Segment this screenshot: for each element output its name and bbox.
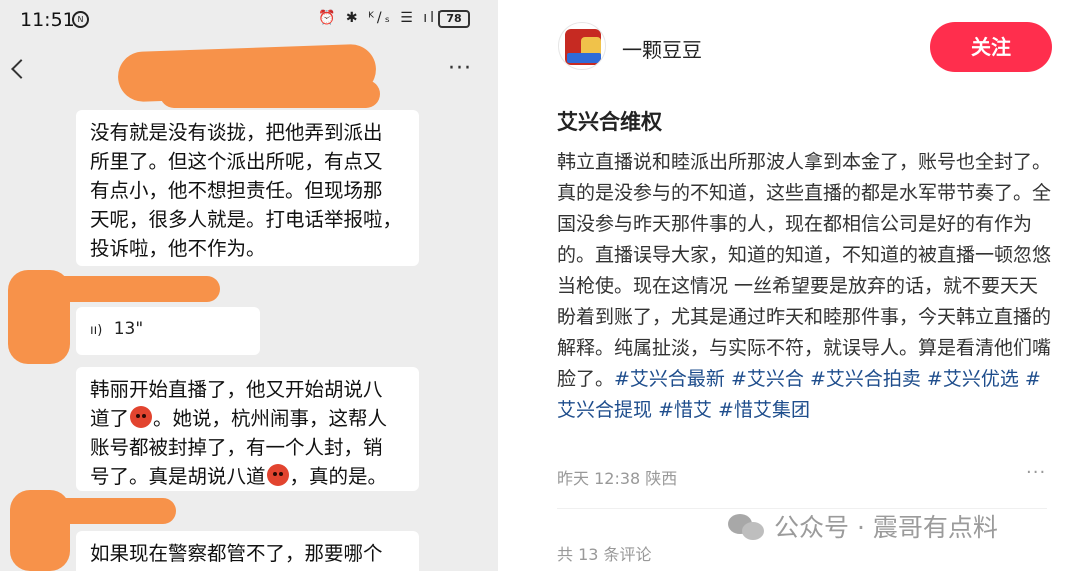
chat-screenshot: 11:51 N ⏰ ✱ ᴷ/ₛ ☰ ıll 78 ··· 没有就是没有谈拢，把他…	[0, 0, 498, 571]
wechat-icon	[728, 514, 766, 540]
post-text: 韩立直播说和睦派出所那波人拿到本金了，账号也全封了。真的是没参与的不知道，这些直…	[557, 151, 1052, 390]
more-options-icon[interactable]: ···	[1026, 462, 1046, 483]
hashtag[interactable]: #艾兴合	[731, 368, 804, 390]
username[interactable]: 一颗豆豆	[622, 34, 702, 63]
post-meta: 昨天 12:38 陕西	[557, 469, 678, 488]
message-line: 道了	[90, 407, 130, 430]
watermark-text: 公众号 · 震哥有点料	[774, 513, 998, 542]
avatar[interactable]	[558, 22, 606, 70]
voice-duration: 13"	[113, 319, 144, 339]
hashtag[interactable]: #惜艾	[658, 399, 712, 421]
battery-icon: 78	[438, 10, 470, 28]
chat-message: 如果现在警察都管不了，那要哪个	[76, 531, 419, 571]
redaction-mark	[160, 80, 380, 108]
message-line: 号了。真是胡说八道	[90, 465, 266, 488]
chat-message: 没有就是没有谈拢，把他弄到派出 所里了。但这个派出所呢，有点又 有点小，他不想担…	[76, 110, 419, 266]
message-text: 如果现在警察都管不了，那要哪个	[90, 542, 383, 565]
chat-message: 韩丽开始直播了，他又开始胡说八 道了 。她说，杭州闹事，这帮人 账号都被封掉了，有…	[76, 367, 419, 491]
post-title: 艾兴合维权	[557, 110, 662, 134]
message-line: 账号都被封掉了，有一个人封，销	[90, 436, 383, 459]
angry-emoji-icon	[266, 464, 289, 486]
status-bar: 11:51 N ⏰ ✱ ᴷ/ₛ ☰ ıll 78	[0, 0, 498, 38]
post-body: 韩立直播说和睦派出所那波人拿到本金了，账号也全封了。真的是没参与的不知道，这些直…	[557, 147, 1057, 426]
voice-icon: ıı)	[90, 323, 103, 338]
message-text: 没有就是没有谈拢，把他弄到派出 所里了。但这个派出所呢，有点又 有点小，他不想担…	[90, 121, 403, 260]
post-view: 一颗豆豆 关注 艾兴合维权 韩立直播说和睦派出所那波人拿到本金了，账号也全封了。…	[526, 0, 1080, 571]
angry-emoji-icon	[130, 406, 153, 428]
message-line: 。她说，杭州闹事，这帮人	[153, 407, 388, 430]
hashtag[interactable]: #艾兴合最新	[614, 368, 725, 390]
avatar-image	[567, 53, 601, 63]
comment-count[interactable]: 共 13 条评论	[557, 541, 652, 565]
more-options-icon[interactable]: ···	[448, 56, 472, 81]
message-line: 韩丽开始直播了，他又开始胡说八	[90, 378, 383, 401]
hashtag[interactable]: #艾兴合拍卖	[810, 368, 921, 390]
redaction-mark	[40, 276, 220, 302]
follow-button[interactable]: 关注	[930, 22, 1052, 72]
redaction-mark	[40, 498, 176, 524]
message-text: 韩丽开始直播了，他又开始胡说八 道了 。她说，杭州闹事，这帮人 账号都被封掉了，有…	[90, 375, 407, 491]
hashtag[interactable]: #艾兴优选	[927, 368, 1019, 390]
status-icons: ⏰ ✱ ᴷ/ₛ ☰ ıll	[318, 10, 444, 26]
back-arrow-icon[interactable]	[11, 59, 31, 79]
voice-message[interactable]: ıı) 13"	[76, 307, 260, 355]
status-notification-icon: N	[72, 11, 89, 28]
message-line: ，真的是。	[289, 465, 388, 488]
status-time: 11:51	[20, 9, 75, 31]
hashtag[interactable]: #惜艾集团	[718, 399, 810, 421]
